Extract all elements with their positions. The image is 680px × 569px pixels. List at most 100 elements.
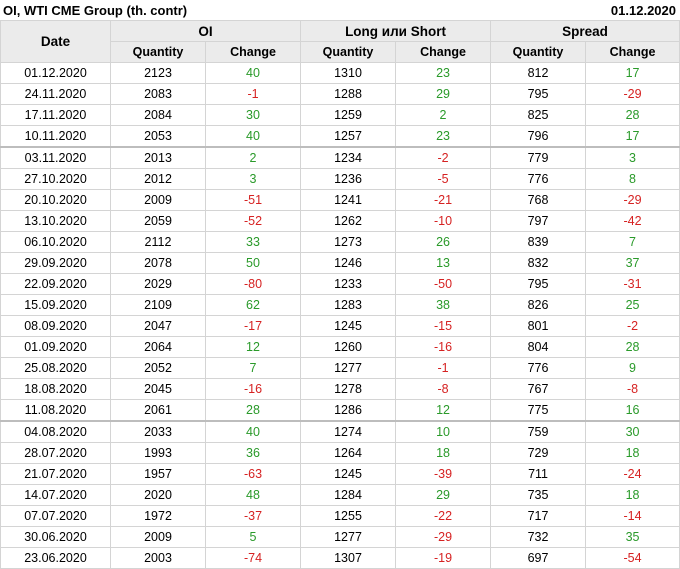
table-row: 28.07.2020 1993 36 1264 18 729 18 [0, 442, 680, 464]
date-cell: 13.10.2020 [0, 210, 111, 232]
spread-quantity-cell: 768 [490, 189, 587, 211]
long-short-quantity-cell: 1262 [300, 210, 397, 232]
oi-change-cell: -1 [204, 83, 302, 105]
oi-quantity-cell: 2123 [110, 62, 206, 84]
long-short-change-cell: -2 [395, 146, 492, 169]
table-row: 24.11.2020 2083 -1 1288 29 795 -29 [0, 83, 680, 105]
long-short-quantity-cell: 1273 [300, 231, 397, 253]
long-short-change-cell: 38 [395, 294, 492, 316]
long-short-quantity-cell: 1277 [300, 357, 397, 379]
oi-change-cell: 62 [204, 294, 302, 316]
long-short-quantity-cell: 1310 [300, 62, 397, 84]
long-short-quantity-cell: 1260 [300, 336, 397, 358]
date-cell: 27.10.2020 [0, 168, 111, 190]
long-short-quantity-cell: 1245 [300, 463, 397, 485]
spread-quantity-header: Quantity [490, 41, 587, 63]
group-spread-header: Spread [490, 20, 680, 42]
long-short-quantity-cell: 1286 [300, 399, 397, 422]
spread-quantity-cell: 839 [490, 231, 587, 253]
table-row: 04.08.2020 2033 40 1274 10 759 30 [0, 420, 680, 443]
oi-quantity-cell: 2012 [110, 168, 206, 190]
oi-change-cell: -63 [204, 463, 302, 485]
spread-change-cell: 18 [585, 442, 680, 464]
date-cell: 14.07.2020 [0, 484, 111, 506]
oi-quantity-cell: 2078 [110, 252, 206, 274]
oi-change-cell: 40 [204, 420, 302, 443]
spread-quantity-cell: 801 [490, 315, 587, 337]
oi-quantity-cell: 2053 [110, 125, 206, 148]
long-short-change-cell: 18 [395, 442, 492, 464]
table-row: 22.09.2020 2029 -80 1233 -50 795 -31 [0, 273, 680, 295]
spread-change-cell: 18 [585, 484, 680, 506]
spread-change-cell: 25 [585, 294, 680, 316]
spread-change-cell: 28 [585, 336, 680, 358]
table-row: 14.07.2020 2020 48 1284 29 735 18 [0, 484, 680, 506]
long-short-quantity-cell: 1277 [300, 526, 397, 548]
date-cell: 17.11.2020 [0, 104, 111, 126]
spread-change-cell: 35 [585, 526, 680, 548]
spread-change-cell: 17 [585, 125, 680, 148]
long-short-quantity-cell: 1234 [300, 146, 397, 169]
long-short-change-cell: 2 [395, 104, 492, 126]
long-short-change-cell: -50 [395, 273, 492, 295]
spread-quantity-cell: 729 [490, 442, 587, 464]
spread-quantity-cell: 832 [490, 252, 587, 274]
table-row: 07.07.2020 1972 -37 1255 -22 717 -14 [0, 505, 680, 527]
report-date: 01.12.2020 [610, 2, 676, 18]
date-cell: 28.07.2020 [0, 442, 111, 464]
table-row: 17.11.2020 2084 30 1259 2 825 28 [0, 104, 680, 126]
table-row: 20.10.2020 2009 -51 1241 -21 768 -29 [0, 189, 680, 211]
oi-change-cell: 30 [204, 104, 302, 126]
oi-change-cell: 40 [204, 125, 302, 148]
oi-change-cell: 40 [204, 62, 302, 84]
date-cell: 20.10.2020 [0, 189, 111, 211]
spread-change-cell: -31 [585, 273, 680, 295]
spread-change-cell: 37 [585, 252, 680, 274]
spread-quantity-cell: 825 [490, 104, 587, 126]
spread-quantity-cell: 735 [490, 484, 587, 506]
date-cell: 29.09.2020 [0, 252, 111, 274]
long-short-quantity-cell: 1288 [300, 83, 397, 105]
spread-quantity-cell: 795 [490, 83, 587, 105]
date-cell: 24.11.2020 [0, 83, 111, 105]
spread-quantity-cell: 759 [490, 420, 587, 443]
spread-change-cell: -24 [585, 463, 680, 485]
spread-change-cell: 16 [585, 399, 680, 422]
long-short-change-cell: -8 [395, 378, 492, 400]
long-short-change-cell: 13 [395, 252, 492, 274]
date-cell: 03.11.2020 [0, 146, 111, 169]
long-short-quantity-cell: 1241 [300, 189, 397, 211]
oi-quantity-cell: 2064 [110, 336, 206, 358]
long-short-change-cell: -15 [395, 315, 492, 337]
date-cell: 10.11.2020 [0, 125, 111, 148]
oi-quantity-cell: 2009 [110, 189, 206, 211]
oi-change-cell: -52 [204, 210, 302, 232]
table-body: 01.12.2020 2123 40 1310 23 812 17 24.11.2020 208… [0, 62, 680, 569]
spread-quantity-cell: 775 [490, 399, 587, 422]
oi-change-cell: 36 [204, 442, 302, 464]
spread-quantity-cell: 796 [490, 125, 587, 148]
spread-change-header: Change [585, 41, 680, 63]
oi-quantity-cell: 2061 [110, 399, 206, 422]
oi-change-cell: -80 [204, 273, 302, 295]
long-short-quantity-cell: 1246 [300, 252, 397, 274]
spread-quantity-cell: 779 [490, 146, 587, 169]
long-short-quantity-cell: 1274 [300, 420, 397, 443]
report-header: OI, WTI CME Group (th. contr) 01.12.2020 [0, 0, 680, 20]
long-short-change-cell: 12 [395, 399, 492, 422]
long-short-change-cell: 26 [395, 231, 492, 253]
table-row: 11.08.2020 2061 28 1286 12 775 16 [0, 399, 680, 422]
long-short-change-cell: -1 [395, 357, 492, 379]
spread-change-cell: -14 [585, 505, 680, 527]
oi-quantity-header: Quantity [110, 41, 206, 63]
oi-change-header: Change [204, 41, 302, 63]
spread-quantity-cell: 804 [490, 336, 587, 358]
table-row: 29.09.2020 2078 50 1246 13 832 37 [0, 252, 680, 274]
table-row: 03.11.2020 2013 2 1234 -2 779 3 [0, 146, 680, 169]
long-short-change-cell: 10 [395, 420, 492, 443]
table-row: 10.11.2020 2053 40 1257 23 796 17 [0, 125, 680, 148]
spread-quantity-cell: 776 [490, 357, 587, 379]
oi-change-cell: -37 [204, 505, 302, 527]
oi-quantity-cell: 2013 [110, 146, 206, 169]
long-short-change-cell: 29 [395, 83, 492, 105]
